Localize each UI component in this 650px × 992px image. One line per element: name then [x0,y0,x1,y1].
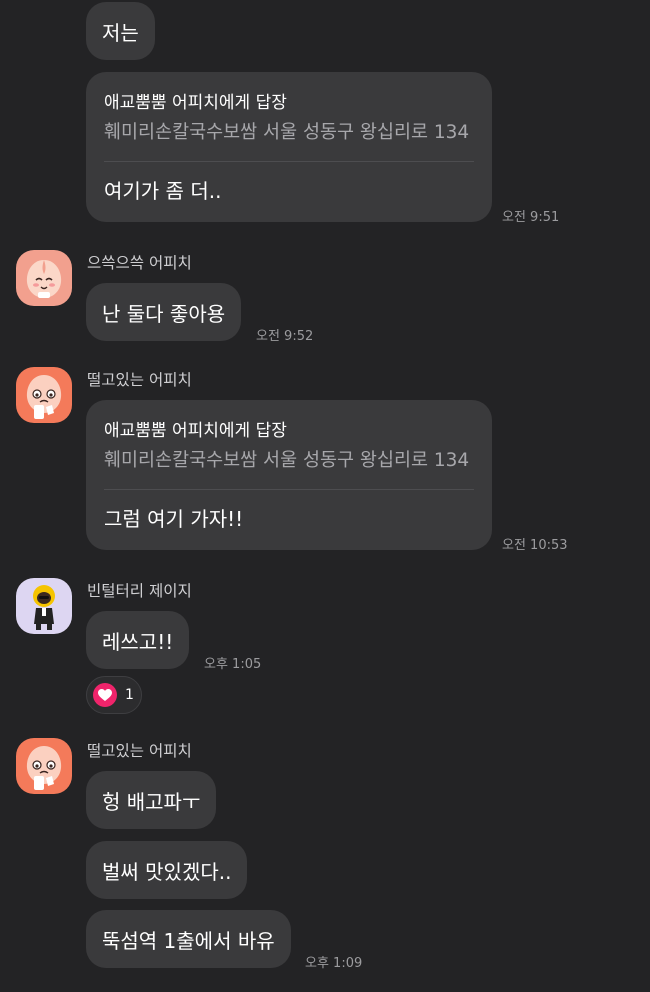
sender-name: 으쓱으쓱 어피치 [87,254,192,272]
message-bubble[interactable]: 난 둘다 좋아용 [86,283,242,341]
heart-icon [93,683,117,707]
reply-divider [104,161,474,162]
reply-quote-text: 훼미리손칼국수보쌈 서울 성동구 왕십리로 134 [104,450,470,471]
reply-to-label: 애교뿜뿜 어피치에게 답장 [104,93,287,113]
message-text: 벌써 맛있겠다.. [102,859,232,884]
message-text: 헝 배고파ㅜ [102,789,201,814]
apeach-avatar-icon[interactable] [16,367,72,423]
reply-to-label: 애교뿜뿜 어피치에게 답장 [104,421,287,441]
message-bubble[interactable]: 벌써 맛있겠다.. [86,841,248,899]
message-text: 여기가 좀 더.. [104,179,222,203]
message-timestamp: 오후 1:05 [204,657,262,672]
sender-name: 빈털터리 제이지 [87,582,192,600]
sender-name: 떨고있는 어피치 [87,371,192,389]
reply-message-bubble[interactable]: 애교뿜뿜 어피치에게 답장 훼미리손칼국수보쌈 서울 성동구 왕십리로 134 … [86,400,492,550]
apeach-avatar-icon[interactable] [16,250,72,306]
message-text: 저는 [102,20,139,45]
reply-message-bubble[interactable]: 애교뿜뿜 어피치에게 답장 훼미리손칼국수보쌈 서울 성동구 왕십리로 134 … [86,72,492,222]
jayg-avatar-icon[interactable] [16,578,72,634]
message-text: 뚝섬역 1출에서 바유 [102,928,275,953]
message-bubble[interactable]: 헝 배고파ㅜ [86,771,217,829]
message-text: 레쓰고!! [102,629,174,654]
reaction-count: 1 [125,687,134,703]
reaction-badge[interactable]: 1 [86,676,142,714]
sender-name: 떨고있는 어피치 [87,742,192,760]
message-timestamp: 오후 1:09 [305,956,363,971]
message-text: 난 둘다 좋아용 [102,301,226,326]
reply-divider [104,489,474,490]
apeach-avatar-icon[interactable] [16,738,72,794]
message-bubble[interactable]: 저는 [86,2,155,60]
message-text: 그럼 여기 가자!! [104,507,244,531]
message-timestamp: 오전 10:53 [502,538,568,553]
message-bubble[interactable]: 뚝섬역 1출에서 바유 [86,910,291,968]
message-bubble[interactable]: 레쓰고!! [86,611,190,669]
reply-quote-text: 훼미리손칼국수보쌈 서울 성동구 왕십리로 134 [104,122,470,143]
message-timestamp: 오전 9:52 [256,329,314,344]
message-timestamp: 오전 9:51 [502,210,560,225]
